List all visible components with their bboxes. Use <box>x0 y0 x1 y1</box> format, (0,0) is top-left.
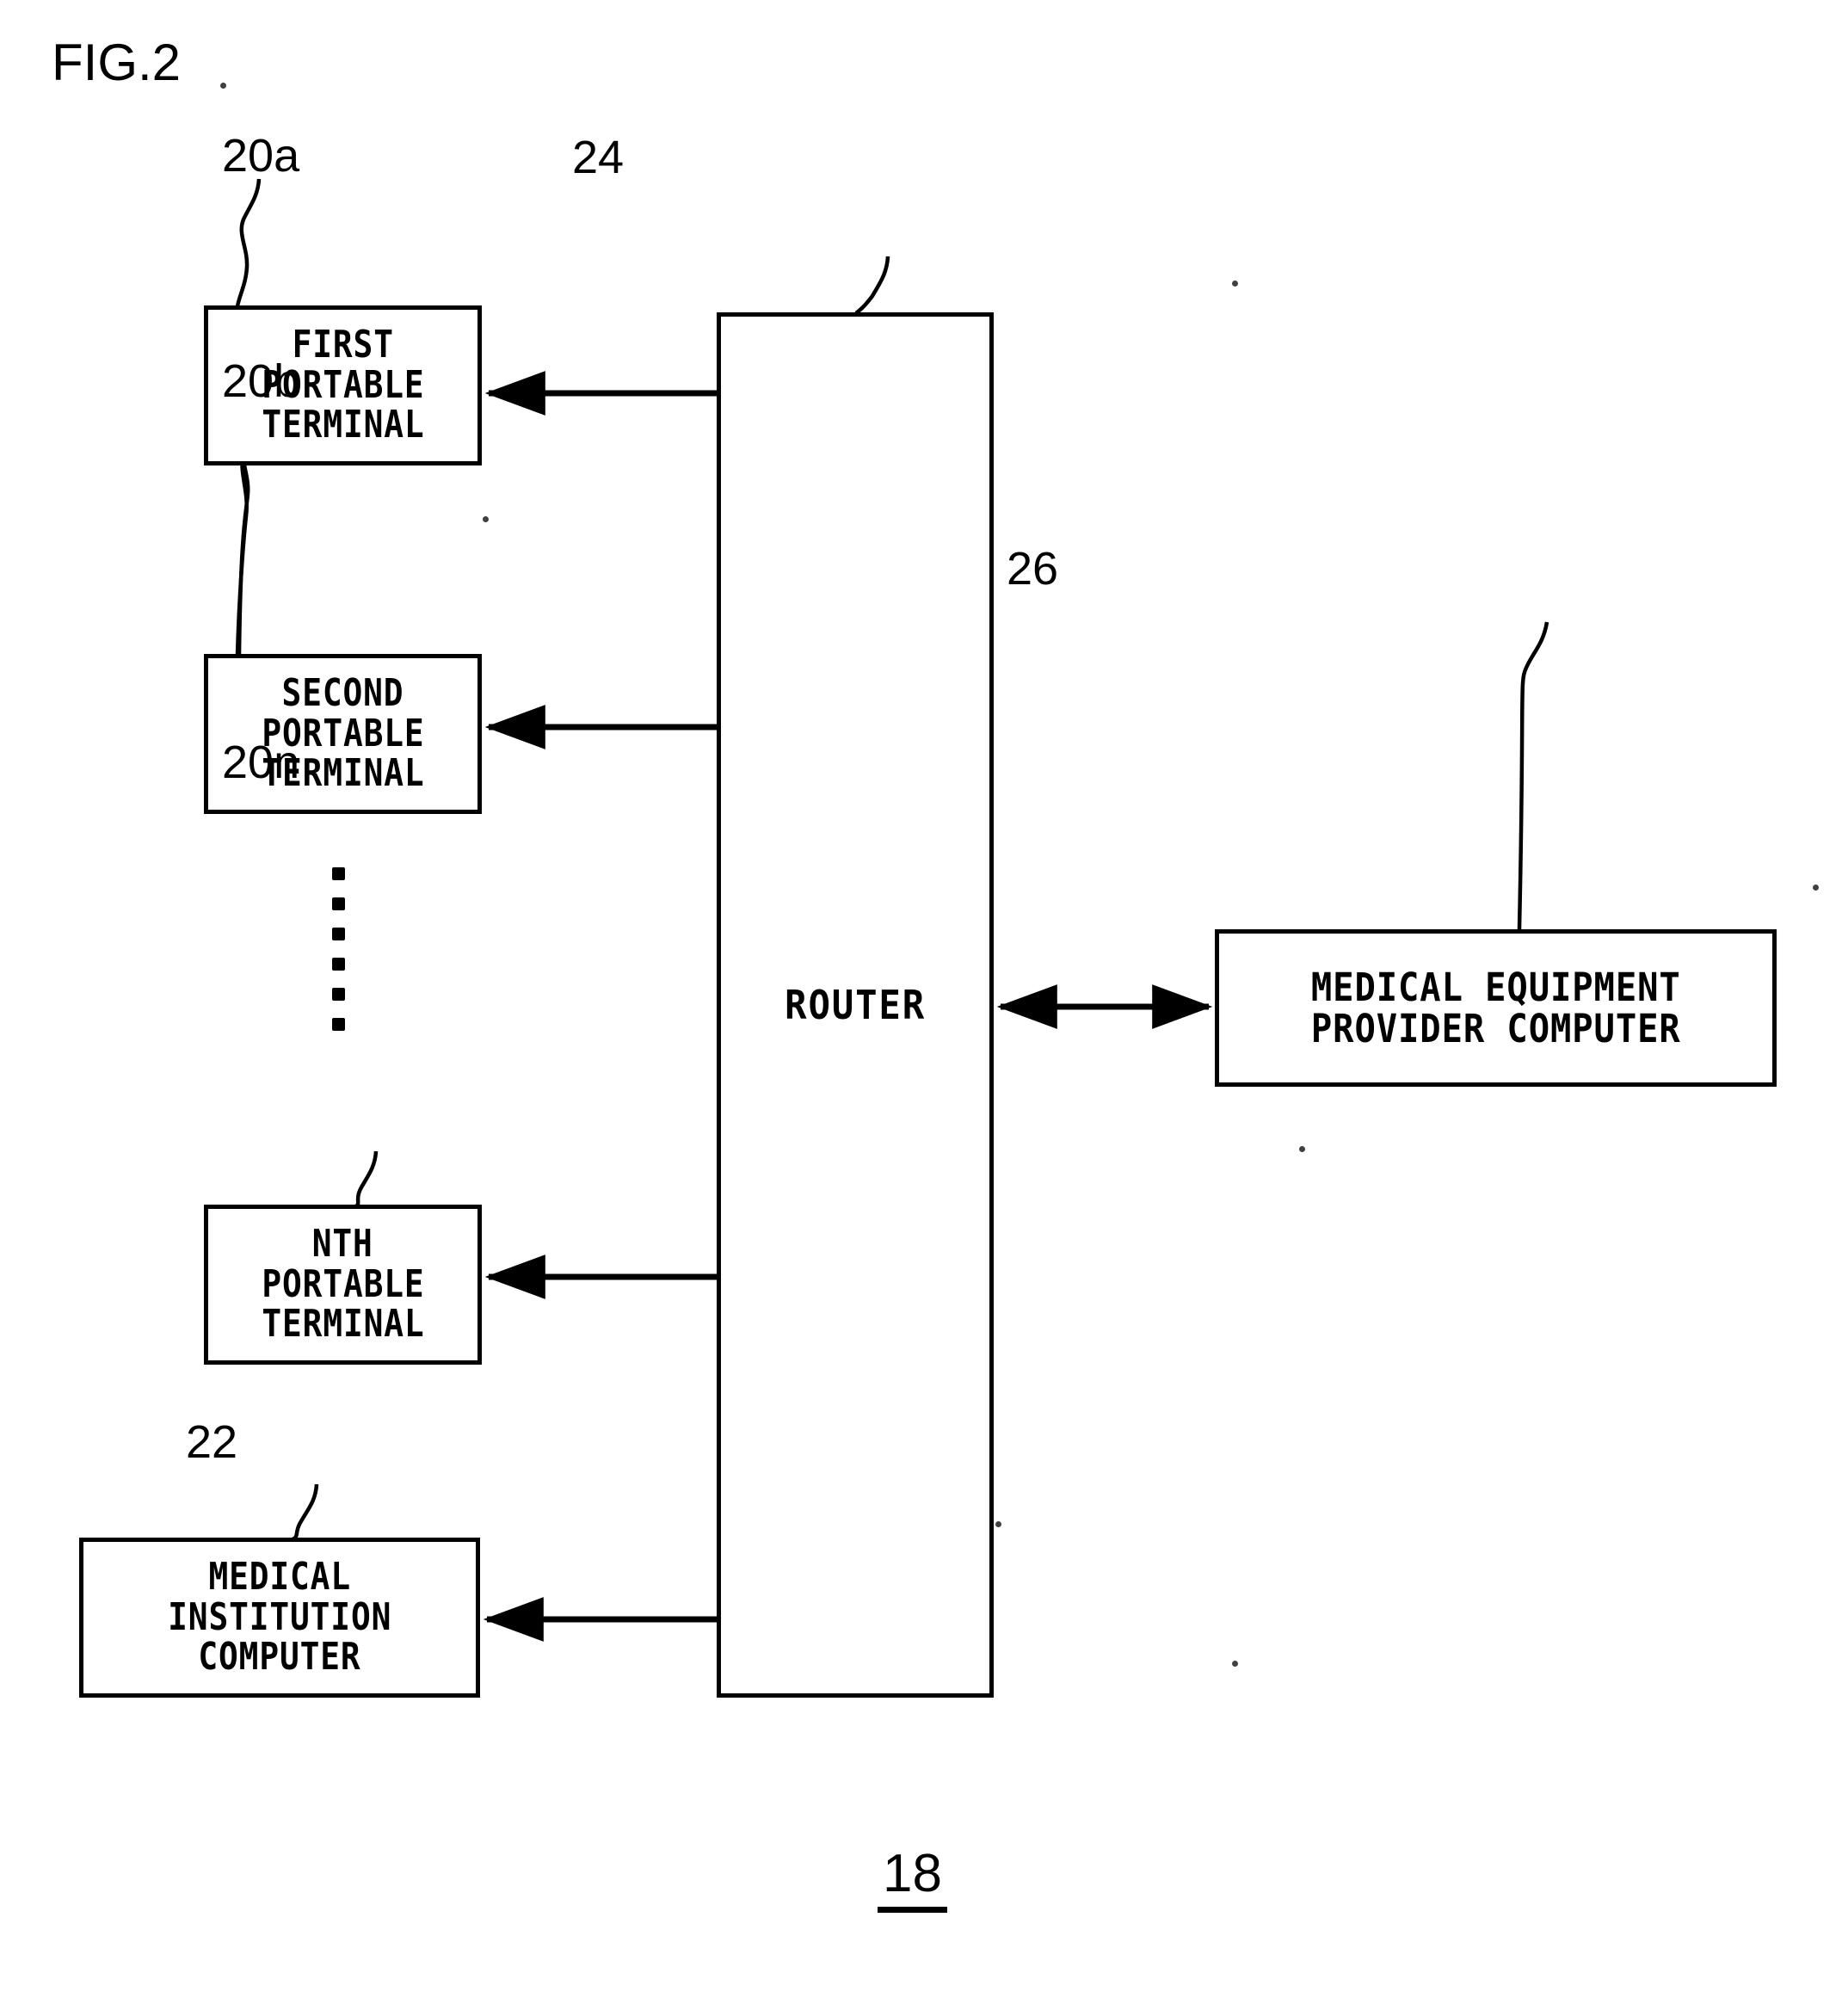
reference-numeral-20a: 20a <box>222 130 300 182</box>
node-label-line: FIRST <box>292 323 394 367</box>
node-label-line: TERMINAL <box>261 403 425 447</box>
reference-numeral-22: 22 <box>186 1416 238 1468</box>
vertical-ellipsis <box>327 867 349 1031</box>
ellipsis-dot <box>331 958 345 971</box>
node-label-line: PORTABLE <box>261 1261 425 1306</box>
scan-speck <box>1232 281 1238 287</box>
leader-line-22 <box>291 1483 319 1542</box>
scan-speck <box>220 83 226 89</box>
scan-speck <box>1299 1146 1305 1152</box>
node-second-portable-terminal[interactable]: SECOND PORTABLE TERMINAL <box>204 654 482 814</box>
leader-line-26-hidden <box>1519 621 1547 931</box>
figure-canvas: FIG.2 FIRST PORTABLE TERMINAL SECOND POR… <box>0 0 1842 2016</box>
node-label-line: SECOND <box>281 671 404 716</box>
reference-numeral-20b: 20b <box>222 355 300 407</box>
leader-line-20n <box>354 1150 379 1209</box>
node-label-line: COMPUTER <box>198 1635 361 1680</box>
node-label-line: ROUTER <box>785 981 926 1028</box>
figure-title: FIG.2 <box>52 34 182 91</box>
node-router[interactable]: ROUTER <box>717 312 994 1698</box>
node-label-line: MEDICAL EQUIPMENT <box>1310 964 1681 1010</box>
reference-numeral-20n: 20n <box>222 737 300 788</box>
scan-speck <box>483 516 489 522</box>
figure-number: 18 <box>878 1846 947 1914</box>
scan-speck <box>1813 885 1819 891</box>
scan-speck <box>995 1521 1001 1527</box>
node-label-line: PROVIDER COMPUTER <box>1310 1005 1681 1051</box>
leader-line-26-visible <box>1517 621 1549 930</box>
leader-line-24 <box>854 256 890 315</box>
node-label-line: MEDICAL <box>208 1555 351 1600</box>
ellipsis-dot <box>331 1018 345 1031</box>
node-medical-equipment-provider-computer[interactable]: MEDICAL EQUIPMENT PROVIDER COMPUTER <box>1215 929 1777 1087</box>
scan-speck <box>1232 1661 1238 1667</box>
leader-line-20a <box>235 178 262 307</box>
ellipsis-dot <box>331 867 345 880</box>
reference-numeral-24: 24 <box>572 132 625 183</box>
node-nth-portable-terminal[interactable]: NTH PORTABLE TERMINAL <box>204 1205 482 1365</box>
node-label-line: TERMINAL <box>261 1302 425 1347</box>
ellipsis-dot <box>331 988 345 1001</box>
ellipsis-dot <box>331 897 345 910</box>
reference-numeral-26: 26 <box>1007 543 1059 595</box>
node-medical-institution-computer[interactable]: MEDICAL INSTITUTION COMPUTER <box>79 1538 480 1698</box>
node-label-line: INSTITUTION <box>167 1594 392 1639</box>
node-label-line: NTH <box>312 1222 373 1267</box>
ellipsis-dot <box>331 928 345 940</box>
